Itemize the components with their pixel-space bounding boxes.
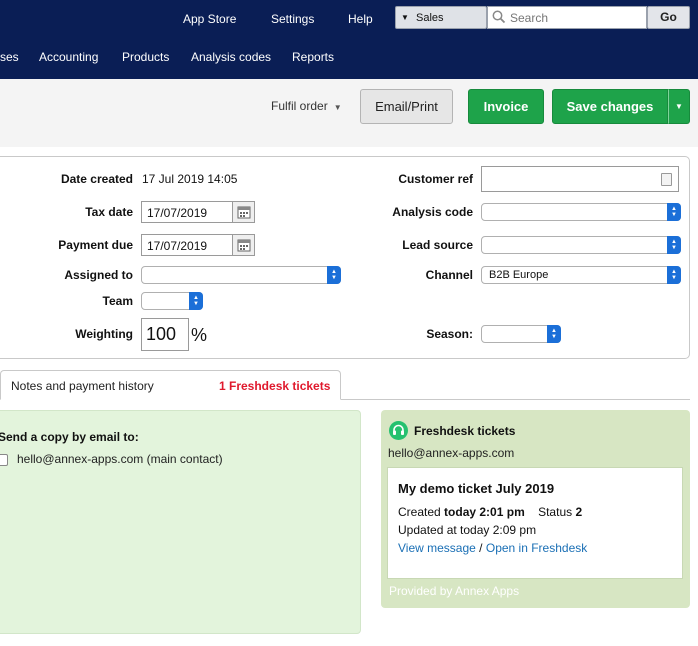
analysis-code-label: Analysis code bbox=[392, 205, 473, 219]
search-placeholder: Search bbox=[510, 11, 549, 25]
ticket-status-label: Status bbox=[538, 505, 573, 519]
contact-card-icon[interactable] bbox=[661, 173, 672, 186]
select-arrows-icon: ▲ ▼ bbox=[667, 236, 681, 254]
search-go-button[interactable]: Go bbox=[647, 6, 690, 29]
nav-item-analysis-codes[interactable]: Analysis codes bbox=[191, 50, 271, 64]
tab-notes-and-freshdesk[interactable]: Notes and payment history 1 Freshdesk ti… bbox=[0, 370, 341, 400]
tab-notes-label[interactable]: Notes and payment history bbox=[11, 379, 154, 393]
nav-item-partial[interactable]: ses bbox=[0, 50, 19, 64]
help-link[interactable]: Help bbox=[348, 12, 373, 26]
lead-source-label: Lead source bbox=[402, 238, 473, 252]
open-in-freshdesk-link[interactable]: Open in Freshdesk bbox=[486, 541, 587, 555]
tax-date-label: Tax date bbox=[85, 205, 133, 219]
customer-ref-input[interactable] bbox=[481, 166, 679, 192]
channel-select[interactable]: B2B Europe ▲ ▼ bbox=[481, 266, 681, 284]
ticket-created-label: Created bbox=[398, 505, 441, 519]
season-label: Season: bbox=[426, 327, 473, 341]
assigned-to-select[interactable]: ▲ ▼ bbox=[141, 266, 341, 284]
chevron-down-icon: ▼ bbox=[333, 103, 342, 112]
main-contact-label: hello@annex-apps.com (main contact) bbox=[17, 452, 223, 466]
search-bar: ▼ Sales Search Go bbox=[395, 6, 690, 29]
view-message-link[interactable]: View message bbox=[398, 541, 476, 555]
invoice-button[interactable]: Invoice bbox=[468, 89, 544, 124]
provided-by-label: Provided by Annex Apps bbox=[389, 584, 520, 598]
assigned-to-label: Assigned to bbox=[64, 268, 133, 282]
ticket-updated: Updated at today 2:09 pm bbox=[398, 523, 537, 537]
nav-item-reports[interactable]: Reports bbox=[292, 50, 334, 64]
select-arrows-icon: ▲ ▼ bbox=[547, 325, 561, 343]
chevron-down-icon: ▼ bbox=[401, 13, 409, 22]
channel-value: B2B Europe bbox=[489, 269, 549, 281]
tax-date-value: 17/07/2019 bbox=[147, 206, 208, 220]
search-scope-select[interactable]: ▼ Sales bbox=[395, 6, 487, 29]
weighting-input[interactable]: 100 bbox=[141, 318, 189, 351]
send-copy-heading: Send a copy by email to: bbox=[0, 430, 139, 444]
ticket-title: My demo ticket July 2019 bbox=[398, 481, 555, 496]
payment-due-value: 17/07/2019 bbox=[147, 239, 208, 253]
save-options-dropdown-button[interactable]: ▼ bbox=[668, 89, 690, 124]
action-toolbar: Fulfil order ▼ Email/Print Invoice Save c… bbox=[0, 79, 698, 147]
link-separator: / bbox=[479, 541, 483, 555]
tab-freshdesk-label[interactable]: 1 Freshdesk tickets bbox=[219, 379, 330, 393]
weighting-unit: % bbox=[191, 325, 208, 345]
ticket-links: View message / Open in Freshdesk bbox=[398, 541, 587, 555]
select-arrows-icon: ▲ ▼ bbox=[189, 292, 203, 310]
lead-source-select[interactable]: ▲ ▼ bbox=[481, 236, 681, 254]
select-arrows-icon: ▲ ▼ bbox=[667, 203, 681, 221]
main-contact-checkbox[interactable] bbox=[0, 454, 8, 466]
calendar-icon[interactable] bbox=[232, 235, 254, 255]
search-icon bbox=[492, 10, 506, 27]
save-changes-button[interactable]: Save changes bbox=[552, 89, 668, 124]
settings-link[interactable]: Settings bbox=[271, 12, 314, 26]
team-label: Team bbox=[102, 294, 133, 308]
date-created-label: Date created bbox=[60, 172, 133, 186]
headset-icon bbox=[389, 421, 408, 440]
select-arrows-icon: ▲ ▼ bbox=[667, 266, 681, 284]
analysis-code-select[interactable]: ▲ ▼ bbox=[481, 203, 681, 221]
top-navigation-bar: App Store Settings Help ▼ Sales Search G… bbox=[0, 0, 698, 79]
freshdesk-title: Freshdesk tickets bbox=[414, 424, 516, 438]
date-created-value: 17 Jul 2019 14:05 bbox=[142, 172, 238, 186]
ticket-created-value: today 2:01 pm bbox=[444, 505, 525, 519]
chevron-down-icon: ▼ bbox=[675, 102, 683, 111]
team-select[interactable]: ▲ ▼ bbox=[141, 292, 203, 310]
fulfil-order-dropdown[interactable]: Fulfil order ▼ bbox=[271, 99, 342, 113]
nav-item-accounting[interactable]: Accounting bbox=[39, 50, 98, 64]
nav-item-products[interactable]: Products bbox=[122, 50, 169, 64]
payment-due-field[interactable]: 17/07/2019 bbox=[141, 234, 255, 256]
email-print-button[interactable]: Email/Print bbox=[360, 89, 453, 124]
tax-date-field[interactable]: 17/07/2019 bbox=[141, 201, 255, 223]
app-store-link[interactable]: App Store bbox=[183, 12, 236, 26]
payment-due-label: Payment due bbox=[58, 238, 133, 252]
search-input[interactable]: Search bbox=[487, 6, 647, 29]
ticket-created-line: Created today 2:01 pm Status 2 bbox=[398, 505, 582, 519]
channel-label: Channel bbox=[425, 268, 473, 282]
search-scope-value: Sales bbox=[416, 12, 444, 24]
freshdesk-email: hello@annex-apps.com bbox=[388, 446, 515, 460]
season-select[interactable]: ▲ ▼ bbox=[481, 325, 561, 343]
customer-ref-label: Customer ref bbox=[398, 172, 473, 186]
fulfil-order-label: Fulfil order bbox=[271, 99, 328, 113]
calendar-icon[interactable] bbox=[232, 202, 254, 222]
ticket-status-value: 2 bbox=[575, 505, 583, 519]
weighting-label: Weighting bbox=[75, 327, 133, 341]
